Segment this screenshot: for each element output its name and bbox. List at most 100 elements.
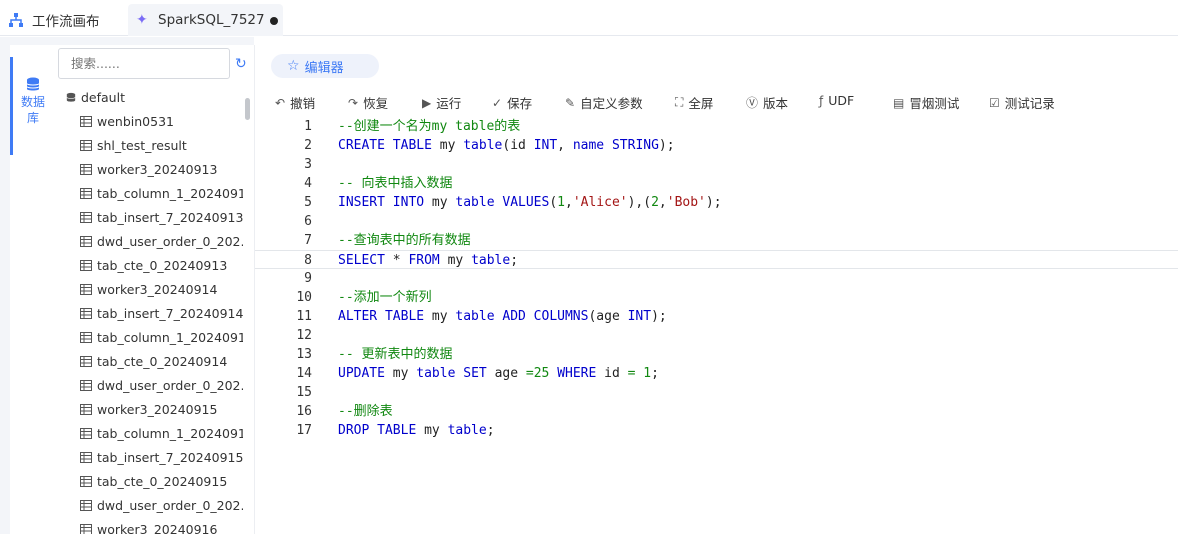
fullscreen-button[interactable]: ⛶ 全屏 <box>675 93 713 112</box>
save-button[interactable]: ✓ 保存 <box>492 93 532 112</box>
table-icon <box>80 403 92 415</box>
code-line[interactable]: 17 DROP TABLE my table; <box>255 421 1178 440</box>
line-number: 2 <box>304 138 312 153</box>
code-line[interactable]: 8 SELECT * FROM my table; <box>255 250 1178 269</box>
code-text: DROP TABLE my table; <box>338 421 495 440</box>
tree-item-label: tab_cte_0_20240914 <box>97 353 228 369</box>
tree-item-label: worker3_20240913 <box>97 161 218 177</box>
tree-item-label: tab_cte_0_20240913 <box>97 257 228 273</box>
code-token: ; <box>486 423 495 438</box>
tree-scrollbar[interactable] <box>245 98 250 120</box>
code-token: 1 <box>557 195 565 210</box>
code-text: --删除表 <box>338 402 393 421</box>
smoke-test-button[interactable]: ▤ 冒烟测试 <box>893 93 959 112</box>
code-token: 'Bob' <box>666 195 706 210</box>
tab-workflow-label: 工作流画布 <box>32 14 100 30</box>
refresh-icon[interactable]: ↻ <box>235 56 247 72</box>
table-icon <box>80 211 92 223</box>
table-search-input[interactable] <box>58 48 230 79</box>
editor-mode-tab[interactable]: ☆ 编辑器 <box>271 54 379 78</box>
code-line[interactable]: 13 -- 更新表中的数据 <box>255 345 1178 364</box>
tree-table-item[interactable]: dwd_user_order_0_202... <box>53 229 243 253</box>
tree-table-item[interactable]: worker3_20240915 <box>53 397 243 421</box>
custom-params-label: 自定义参数 <box>580 96 643 111</box>
tree-table-item[interactable]: tab_cte_0_20240915 <box>53 469 243 493</box>
tree-item-label: worker3_20240916 <box>97 521 218 534</box>
tree-table-item[interactable]: tab_insert_7_20240915 <box>53 445 243 469</box>
code-line[interactable]: 1 --创建一个名为my table的表 <box>255 117 1178 136</box>
code-line[interactable]: 5 INSERT INTO my table VALUES(1,'Alice'),… <box>255 193 1178 212</box>
code-token: id <box>604 366 628 381</box>
tree-table-item[interactable]: tab_column_1_20240913 <box>53 181 243 205</box>
table-icon <box>80 475 92 487</box>
code-token: 'Alice' <box>572 195 628 210</box>
database-icon <box>66 92 76 102</box>
code-token: UPDATE <box>338 366 393 381</box>
redo-button[interactable]: ↷ 恢复 <box>348 93 388 112</box>
run-label: 运行 <box>436 96 462 111</box>
tree-table-item[interactable]: worker3_20240916 <box>53 517 243 534</box>
database-nav-label: 数据库 <box>20 95 45 125</box>
code-token: , <box>658 195 667 210</box>
code-line[interactable]: 4 -- 向表中插入数据 <box>255 174 1178 193</box>
code-text: SELECT * FROM my table; <box>338 251 518 270</box>
tab-sparksql[interactable]: ✦ SparkSQL_7527 <box>128 4 283 36</box>
tree-table-item[interactable]: dwd_user_order_0_202... <box>53 493 243 517</box>
code-line[interactable]: 10 --添加一个新列 <box>255 288 1178 307</box>
wrench-icon: ✎ <box>565 95 576 110</box>
line-number: 8 <box>304 253 312 268</box>
line-number: 7 <box>304 233 312 248</box>
tree-table-item[interactable]: shl_test_result <box>53 133 243 157</box>
test-log-label: 测试记录 <box>1004 96 1055 111</box>
code-token: DROP TABLE <box>338 423 425 438</box>
code-token: my <box>447 253 472 268</box>
tree-table-item[interactable]: tab_cte_0_20240913 <box>53 253 243 277</box>
tree-table-item[interactable]: wenbin0531 <box>53 109 243 133</box>
code-line[interactable]: 2 CREATE TABLE my table(id INT, name STRI… <box>255 136 1178 155</box>
code-token: table SET <box>416 366 495 381</box>
code-token: --查询表中的所有数据 <box>338 233 471 248</box>
line-number: 15 <box>296 385 312 400</box>
test-log-button[interactable]: ☑ 测试记录 <box>989 93 1055 112</box>
code-line[interactable]: 11 ALTER TABLE my table ADD COLUMNS(age I… <box>255 307 1178 326</box>
tree-table-item[interactable]: tab_cte_0_20240914 <box>53 349 243 373</box>
tree-table-item[interactable]: tab_insert_7_20240914 <box>53 301 243 325</box>
tree-item-label: worker3_20240915 <box>97 401 218 417</box>
tree-table-item[interactable]: worker3_20240914 <box>53 277 243 301</box>
code-line[interactable]: 7 --查询表中的所有数据 <box>255 231 1178 250</box>
code-token: ALTER TABLE <box>338 309 432 324</box>
redo-label: 恢复 <box>363 96 389 111</box>
code-line[interactable]: 14 UPDATE my table SET age =25 WHERE id =… <box>255 364 1178 383</box>
tree-table-item[interactable]: tab_column_1_20240915 <box>53 421 243 445</box>
code-token: 2 <box>651 195 659 210</box>
tree-item-label: default <box>81 89 125 105</box>
code-token: ); <box>658 138 675 153</box>
tree-table-item[interactable]: worker3_20240913 <box>53 157 243 181</box>
code-token: ); <box>651 309 667 324</box>
tree-table-item[interactable]: dwd_user_order_0_202... <box>53 373 243 397</box>
code-text: ALTER TABLE my table ADD COLUMNS(age INT… <box>338 307 667 326</box>
code-line[interactable]: 6 <box>255 212 1178 231</box>
code-line[interactable]: 15 <box>255 383 1178 402</box>
code-line[interactable]: 16 --删除表 <box>255 402 1178 421</box>
undo-button[interactable]: ↶ 撤销 <box>275 93 315 112</box>
tree-table-item[interactable]: tab_insert_7_20240913 <box>53 205 243 229</box>
editor-toolbar: ↶ 撤销 ↷ 恢复 ▶ 运行 ✓ 保存 ✎ 自定义参数 ⛶ 全屏 Ⓥ 版本 ƒ UDF ▤ 冒烟测… <box>255 90 1178 112</box>
tab-workflow-canvas[interactable]: 工作流画布 <box>8 4 100 36</box>
custom-params-button[interactable]: ✎ 自定义参数 <box>565 93 643 112</box>
table-icon <box>80 331 92 343</box>
code-token: SELECT <box>338 253 393 268</box>
run-button[interactable]: ▶ 运行 <box>422 93 461 112</box>
code-line[interactable]: 3 <box>255 155 1178 174</box>
code-editor[interactable]: 1 --创建一个名为my table的表 2 CREATE TABLE my tabl… <box>255 117 1178 534</box>
code-token: INT <box>533 138 558 153</box>
code-text: -- 向表中插入数据 <box>338 174 452 193</box>
database-nav[interactable]: 数据库 <box>10 45 53 534</box>
unsaved-dot-icon[interactable] <box>269 16 278 25</box>
code-line[interactable]: 12 <box>255 326 1178 345</box>
code-line[interactable]: 9 <box>255 269 1178 288</box>
version-button[interactable]: Ⓥ 版本 <box>746 93 788 112</box>
tree-table-item[interactable]: tab_column_1_20240914 <box>53 325 243 349</box>
udf-button[interactable]: ƒ UDF <box>819 93 854 108</box>
tree-database-item[interactable]: default <box>53 85 243 109</box>
